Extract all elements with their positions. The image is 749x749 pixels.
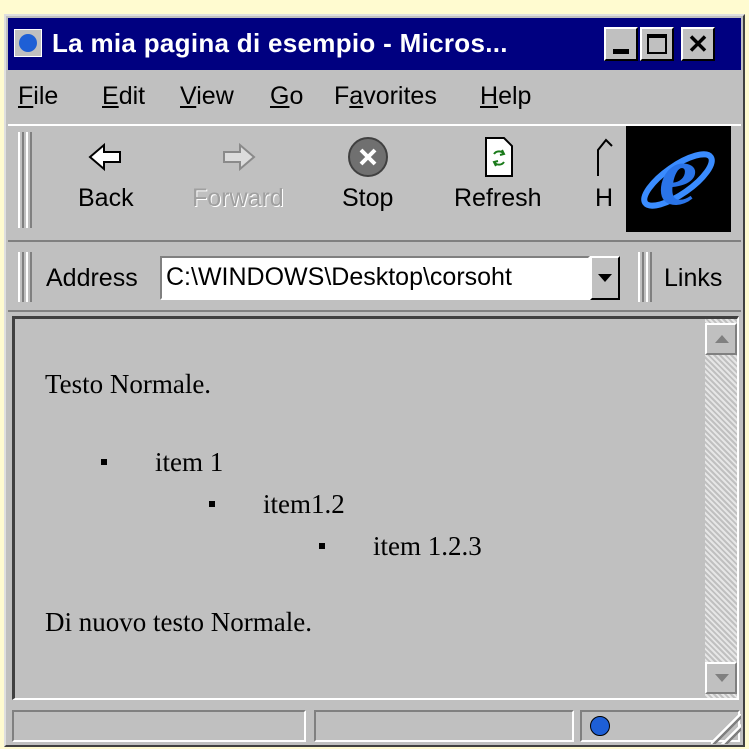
ie-logo-icon: e [626,126,731,232]
standard-toolbar: Back Forward Stop Refresh H e [8,124,741,242]
ie-page-icon[interactable] [14,29,42,57]
address-bar: Address C:\WINDOWS\Desktop\corsoht Links [8,244,741,312]
menu-file[interactable]: File [18,82,58,111]
scroll-down-button[interactable] [705,662,737,694]
list-item: item 1 [101,447,223,478]
resize-grip[interactable] [711,714,741,744]
bullet-icon [101,459,107,465]
menu-view[interactable]: View [180,82,234,111]
vertical-scrollbar[interactable] [705,319,737,698]
toolbar-grip[interactable] [18,132,24,228]
svg-text:e: e [659,127,697,223]
bullet-icon [209,501,215,507]
menu-help[interactable]: Help [480,82,531,111]
back-button[interactable]: Back [78,136,134,213]
stop-icon [347,137,388,177]
minimize-button[interactable] [604,27,638,61]
scroll-up-button[interactable] [705,323,737,355]
title-bar[interactable]: La mia pagina di esempio - Micros... ✕ [8,18,741,70]
toolbar-grip[interactable] [26,132,32,228]
list-item: item1.2 [209,489,345,520]
bullet-icon [319,543,325,549]
links-button[interactable]: Links [664,264,722,293]
internet-zone-icon [590,716,610,736]
page-content[interactable]: Testo Normale. item 1 item1.2 item 1.2.3… [12,316,739,700]
home-button[interactable]: H [594,136,614,213]
forward-arrow-icon [222,142,256,172]
menu-edit[interactable]: Edit [102,82,145,111]
stop-button[interactable]: Stop [342,136,393,213]
address-label: Address [46,264,138,292]
paragraph-normal: Testo Normale. [45,369,212,399]
status-progress-pane [314,710,574,742]
status-text-pane [12,710,306,742]
links-grip[interactable] [638,252,644,302]
refresh-icon [484,137,513,177]
browser-window: La mia pagina di esempio - Micros... ✕ F… [4,14,745,747]
address-input[interactable]: C:\WINDOWS\Desktop\corsoht [160,256,590,300]
paragraph-normal-again: Di nuovo testo Normale. [45,607,312,637]
status-bar [8,704,741,744]
back-arrow-icon [88,142,121,172]
links-grip[interactable] [646,252,652,302]
home-icon [597,138,613,176]
close-button[interactable]: ✕ [681,27,715,61]
address-grip[interactable] [26,252,32,302]
menu-favorites[interactable]: Favorites [334,82,437,111]
address-grip[interactable] [18,252,24,302]
window-title: La mia pagina di esempio - Micros... [52,28,508,58]
maximize-button[interactable] [640,27,674,61]
list-item: item 1.2.3 [319,531,482,562]
address-dropdown-button[interactable] [590,256,620,300]
menu-bar: File Edit View Go Favorites Help [8,72,741,124]
menu-go[interactable]: Go [270,82,303,111]
forward-button[interactable]: Forward [192,136,284,213]
refresh-button[interactable]: Refresh [454,136,542,213]
